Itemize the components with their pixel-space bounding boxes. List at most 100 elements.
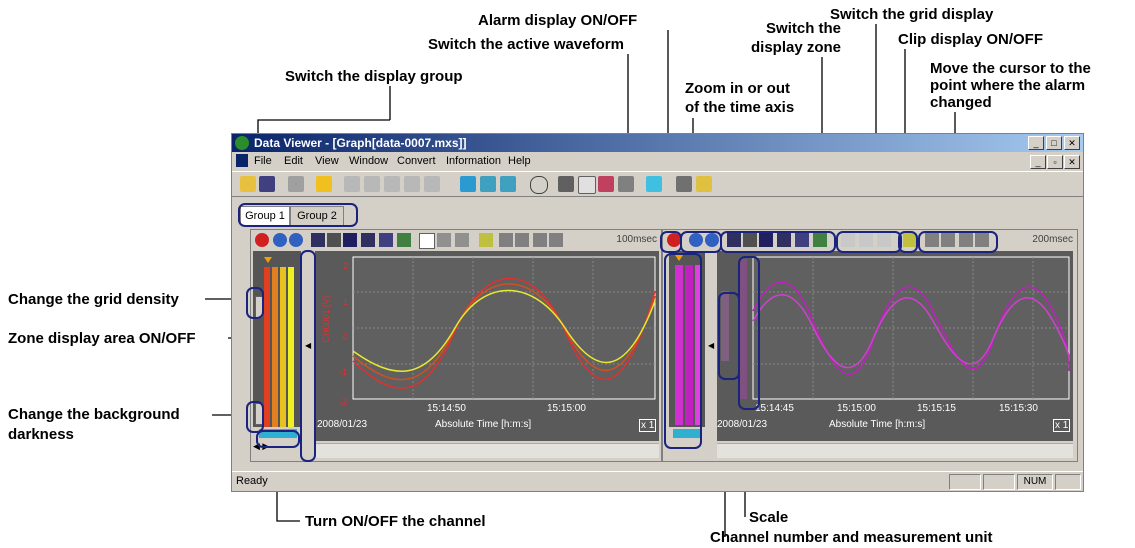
graph-icon[interactable]: [558, 176, 574, 192]
bar-channel-2: [272, 267, 278, 427]
x-tick-1: 15:14:50: [427, 403, 466, 414]
info-icon[interactable]: [618, 176, 634, 192]
color-icon[interactable]: [598, 176, 614, 192]
right-time-scrollbar[interactable]: [717, 443, 1073, 458]
help-icon[interactable]: [696, 176, 712, 192]
table-icon[interactable]: [578, 176, 596, 194]
grid-medium-icon[interactable]: [437, 233, 451, 247]
cursor-a-left-icon[interactable]: [499, 233, 513, 247]
zoom-in-icon[interactable]: [273, 233, 287, 247]
data-viewer-window: Data Viewer - [Graph[data-0007.mxs]] _ □…: [231, 133, 1084, 492]
callout-zone-area: Zone display area ON/OFF: [8, 330, 196, 347]
open-icon[interactable]: [240, 176, 256, 192]
left-zoom-factor: x 1: [639, 419, 657, 432]
mdi-controls: _ ▫ ✕: [1030, 155, 1080, 169]
menu-information[interactable]: Information: [446, 155, 501, 167]
main-toolbar: [232, 171, 1083, 197]
menu-file[interactable]: File: [254, 155, 272, 167]
menu-window[interactable]: Window: [349, 155, 388, 167]
clock-icon[interactable]: [530, 176, 548, 194]
cursor-a-right-icon[interactable]: [515, 233, 529, 247]
callout-background-darkness: Change the background darkness: [8, 406, 180, 443]
cursor-b-icon[interactable]: [404, 176, 420, 192]
cursor-bb-icon[interactable]: [424, 176, 440, 192]
y-tick-neg1: -1: [339, 367, 348, 377]
left-time-scrollbar[interactable]: [315, 443, 659, 458]
x-tick-1: 15:14:45: [755, 403, 794, 414]
cursor-b-left-icon[interactable]: [533, 233, 547, 247]
zone-icon-3[interactable]: [343, 233, 357, 247]
right-zoom-factor: x 1: [1053, 419, 1071, 432]
zone-icon-6[interactable]: [397, 233, 411, 247]
x-tick-3: 15:15:15: [917, 403, 956, 414]
callout-scale: Scale: [749, 509, 789, 526]
save-icon[interactable]: [259, 176, 275, 192]
copy-icon[interactable]: [288, 176, 304, 192]
left-sampling-rate: 100msec: [616, 234, 657, 245]
highlight-clip: [898, 231, 918, 253]
highlight-channel-unit: [718, 292, 740, 380]
channel-icon[interactable]: [460, 176, 476, 192]
callout-display-group: Switch the display group: [285, 68, 463, 85]
highlight-icon[interactable]: [316, 176, 332, 192]
close-button[interactable]: ✕: [1064, 136, 1080, 150]
left-x-axis-label: Absolute Time [h:m:s]: [435, 419, 532, 430]
x-tick-2: 15:15:00: [837, 403, 876, 414]
map-icon[interactable]: [646, 176, 662, 192]
minimize-button[interactable]: _: [1028, 136, 1044, 150]
grid-fine-icon[interactable]: [419, 233, 435, 249]
y-tick-neg2: -2: [339, 397, 348, 407]
all-icon[interactable]: [500, 176, 516, 192]
alarm-marker-icon: [264, 257, 272, 263]
mdi-restore-button[interactable]: ▫: [1047, 155, 1063, 169]
grid-icon[interactable]: [344, 176, 360, 192]
left-waveform: [352, 256, 656, 400]
menu-help[interactable]: Help: [508, 155, 531, 167]
group-icon[interactable]: [480, 176, 496, 192]
left-bar-zone: [253, 251, 301, 427]
title-bar: Data Viewer - [Graph[data-0007.mxs]] _ □…: [232, 134, 1083, 152]
zone-icon-1[interactable]: [311, 233, 325, 247]
zone-area-toggle[interactable]: ◀: [707, 251, 715, 441]
cursor-b-right-icon[interactable]: [549, 233, 563, 247]
mdi-minimize-button[interactable]: _: [1030, 155, 1046, 169]
mdi-close-button[interactable]: ✕: [1064, 155, 1080, 169]
zone-icon-2[interactable]: [327, 233, 341, 247]
left-channel-unit-label: CH0001 [V]: [321, 296, 331, 343]
zone-icon-4[interactable]: [361, 233, 375, 247]
cursor-ab-icon[interactable]: [384, 176, 400, 192]
window-controls: _ □ ✕: [1028, 136, 1080, 150]
left-pane-toolbar: 100msec: [251, 230, 661, 250]
highlight-channel-toggle: [256, 430, 300, 448]
menu-convert[interactable]: Convert: [397, 155, 436, 167]
print-icon[interactable]: [676, 176, 692, 192]
status-bar: Ready NUM: [232, 471, 1083, 491]
alarm-display-icon[interactable]: [255, 233, 269, 247]
callout-zoom-time: Zoom in or out of the time axis: [685, 80, 795, 116]
maximize-button[interactable]: □: [1046, 136, 1062, 150]
highlight-cursor-alarm: [918, 231, 998, 253]
status-num: NUM: [1017, 474, 1053, 490]
zone-icon-5[interactable]: [379, 233, 393, 247]
y-tick-2: 2: [343, 261, 349, 271]
right-plot-area: 15:14:45 15:15:00 15:15:15 15:15:30 2008…: [717, 251, 1073, 441]
app-icon: [235, 136, 249, 150]
zoom-out-icon[interactable]: [289, 233, 303, 247]
bar-channel-4: [288, 267, 294, 427]
grid-coarse-icon[interactable]: [455, 233, 469, 247]
left-plot-area: 2 1 0 -1 -2 CH0001 [V] 15:14:50 15:15:00…: [315, 251, 659, 441]
menu-view[interactable]: View: [315, 155, 339, 167]
menu-bar: File Edit View Window Convert Informatio…: [232, 153, 1083, 170]
clip-icon[interactable]: [479, 233, 493, 247]
bar-channel-1: [264, 267, 270, 427]
callout-grid-density: Change the grid density: [8, 291, 179, 308]
callout-channel-unit: Channel number and measurement unit: [710, 529, 993, 546]
callout-cursor-alarm: Move the cursor to the point where the a…: [930, 60, 1091, 111]
menu-edit[interactable]: Edit: [284, 155, 303, 167]
highlight-grid-density: [246, 287, 264, 319]
cursor-a-icon[interactable]: [364, 176, 380, 192]
callout-active-waveform: Switch the active waveform: [428, 36, 624, 53]
highlight-scale: [738, 256, 760, 410]
callout-grid-display: Switch the grid display: [830, 6, 994, 23]
x-tick-4: 15:15:30: [999, 403, 1038, 414]
